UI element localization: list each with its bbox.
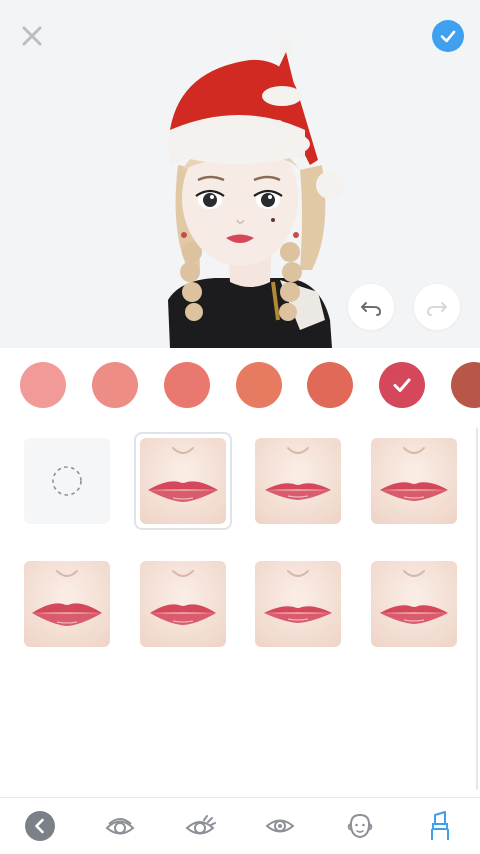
eye-icon — [265, 819, 295, 833]
lip-style-none[interactable] — [24, 438, 110, 524]
nav-lipstick[interactable] — [420, 808, 460, 844]
lip-style-tile[interactable] — [371, 438, 457, 524]
nav-back-button[interactable] — [20, 808, 60, 844]
lip-preview — [140, 561, 226, 647]
avatar-preview — [0, 0, 480, 348]
undo-icon — [361, 302, 382, 316]
lip-preview — [255, 561, 341, 647]
bottom-nav — [0, 797, 480, 854]
lip-style-tile-selected[interactable] — [140, 438, 226, 524]
color-swatch[interactable] — [307, 362, 353, 408]
color-swatch[interactable] — [451, 362, 480, 408]
lip-preview — [371, 438, 457, 524]
undo-button[interactable] — [348, 284, 394, 330]
lip-style-tile[interactable] — [140, 561, 226, 647]
close-icon — [22, 26, 42, 46]
lip-color-palette — [0, 350, 480, 420]
lip-style-tile[interactable] — [24, 561, 110, 647]
color-swatch[interactable] — [164, 362, 210, 408]
color-swatch[interactable] — [20, 362, 66, 408]
check-icon — [440, 30, 456, 43]
lip-preview — [24, 561, 110, 647]
back-icon — [25, 811, 55, 841]
color-swatch[interactable] — [92, 362, 138, 408]
scrollbar[interactable] — [476, 428, 478, 790]
lip-style-tile[interactable] — [371, 561, 457, 647]
avatar-makeup-editor — [0, 0, 480, 854]
eyeshadow-icon — [105, 818, 135, 835]
redo-button[interactable] — [414, 284, 460, 330]
color-swatch-selected[interactable] — [379, 362, 425, 408]
lipstick-icon — [431, 811, 449, 840]
lip-preview — [371, 561, 457, 647]
nav-eyeshadow[interactable] — [100, 808, 140, 844]
lip-style-tile[interactable] — [255, 438, 341, 524]
nav-face[interactable] — [340, 808, 380, 844]
nav-eye[interactable] — [260, 808, 300, 844]
confirm-button[interactable] — [432, 20, 464, 52]
lip-preview — [255, 438, 341, 524]
nav-eyelash[interactable] — [180, 808, 220, 844]
close-button[interactable] — [16, 20, 48, 52]
redo-icon — [426, 302, 447, 316]
lip-style-tile[interactable] — [255, 561, 341, 647]
avatar-image — [166, 40, 344, 348]
check-icon — [393, 378, 411, 392]
face-icon — [347, 813, 373, 839]
none-icon — [52, 466, 82, 496]
lip-preview — [140, 438, 226, 524]
eyelash-icon — [185, 815, 216, 835]
color-swatch[interactable] — [236, 362, 282, 408]
